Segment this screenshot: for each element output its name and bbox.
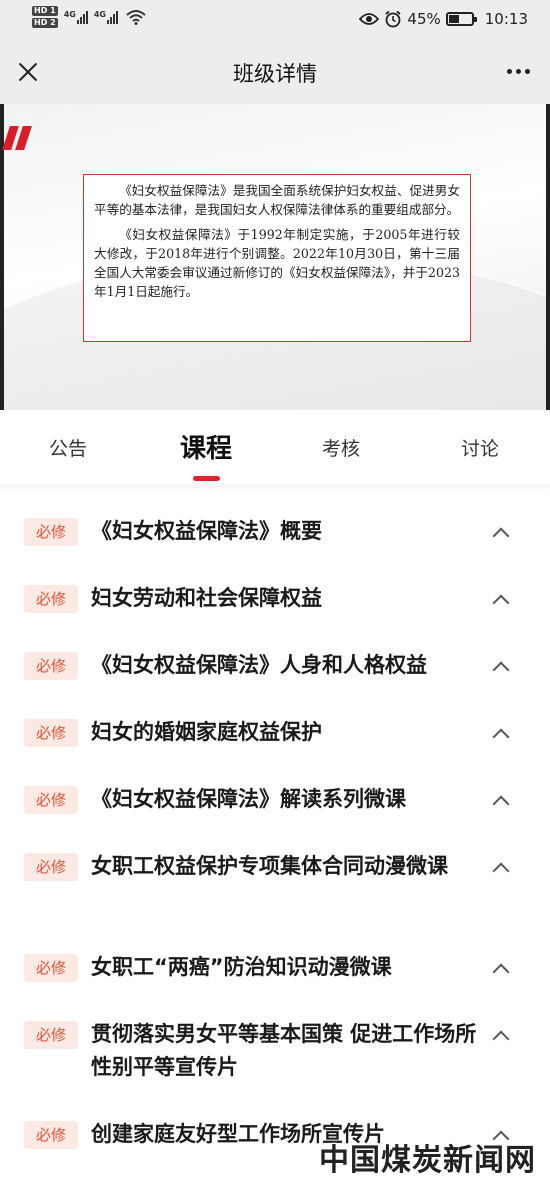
required-badge: 必修 — [24, 954, 78, 982]
course-title: 《妇女权益保障法》概要 — [91, 519, 322, 543]
clock: 10:13 — [484, 10, 528, 28]
tab-courses[interactable]: 课程 — [180, 428, 232, 465]
more-icon[interactable] — [507, 69, 530, 74]
chevron-up-icon[interactable] — [492, 1030, 510, 1048]
active-tab-indicator — [193, 476, 220, 481]
chevron-up-icon[interactable] — [492, 795, 510, 813]
watermark: 中国煤炭新闻网 — [319, 1143, 536, 1178]
chevron-up-icon[interactable] — [492, 963, 510, 981]
required-badge: 必修 — [24, 518, 78, 546]
required-badge: 必修 — [24, 1021, 78, 1049]
page-title: 班级详情 — [233, 62, 317, 86]
status-bar: HD 1 HD 2 4G 4G 45% 10:13 — [0, 0, 550, 40]
tab-assessment[interactable]: 考核 — [322, 434, 360, 461]
chevron-up-icon[interactable] — [492, 862, 510, 880]
signal-2-icon: 4G — [94, 10, 118, 24]
signal-1-icon: 4G — [64, 10, 88, 24]
chevron-up-icon[interactable] — [492, 728, 510, 746]
course-title: 《妇女权益保障法》人身和人格权益 — [91, 653, 427, 677]
required-badge: 必修 — [24, 853, 78, 881]
banner-textbox: 《妇女权益保障法》是我国全面系统保护妇女权益、促进男女平等的基本法律，是我国妇女… — [83, 174, 471, 342]
sim-indicators: HD 1 HD 2 — [32, 6, 58, 28]
sim2-label: HD 2 — [32, 18, 58, 28]
wifi-icon — [126, 10, 146, 25]
course-title: 妇女劳动和社会保障权益 — [91, 586, 322, 610]
required-badge: 必修 — [24, 1121, 78, 1149]
course-title: 女职工权益保护专项集体合同动漫微课 — [91, 854, 448, 878]
required-badge: 必修 — [24, 652, 78, 680]
app-header: 班级详情 — [0, 40, 550, 104]
course-title: 贯彻落实男女平等基本国策 促进工作场所性别平等宣传片 — [91, 1022, 477, 1079]
course-title: 女职工“两癌”防治知识动漫微课 — [91, 955, 392, 979]
required-badge: 必修 — [24, 719, 78, 747]
banner-paragraph-1: 《妇女权益保障法》是我国全面系统保护妇女权益、促进男女平等的基本法律，是我国妇女… — [94, 183, 460, 217]
course-title: 《妇女权益保障法》解读系列微课 — [91, 787, 406, 811]
banner-paragraph-2: 《妇女权益保障法》于1992年制定实施，于2005年进行较大修改，于2018年进… — [94, 227, 460, 299]
battery-percent: 45% — [407, 10, 441, 28]
eye-icon — [359, 13, 380, 25]
course-title: 妇女的婚姻家庭权益保护 — [91, 720, 322, 744]
tab-bar: 公告 课程 考核 讨论 — [0, 410, 550, 484]
sim1-label: HD 1 — [32, 6, 58, 16]
chevron-up-icon[interactable] — [492, 661, 510, 679]
chevron-up-icon[interactable] — [492, 527, 510, 545]
status-bar-right: 45% 10:13 — [359, 10, 528, 28]
alarm-icon — [385, 10, 401, 28]
chevron-up-icon[interactable] — [492, 594, 510, 612]
required-badge: 必修 — [24, 786, 78, 814]
tab-discussion[interactable]: 讨论 — [461, 434, 499, 461]
status-bar-left: HD 1 HD 2 4G 4G — [32, 6, 146, 28]
tab-announcements[interactable]: 公告 — [49, 434, 87, 461]
course-banner: 《妇女权益保障法》是我国全面系统保护妇女权益、促进男女平等的基本法律，是我国妇女… — [0, 104, 550, 410]
required-badge: 必修 — [24, 585, 78, 613]
battery-icon — [445, 12, 477, 26]
